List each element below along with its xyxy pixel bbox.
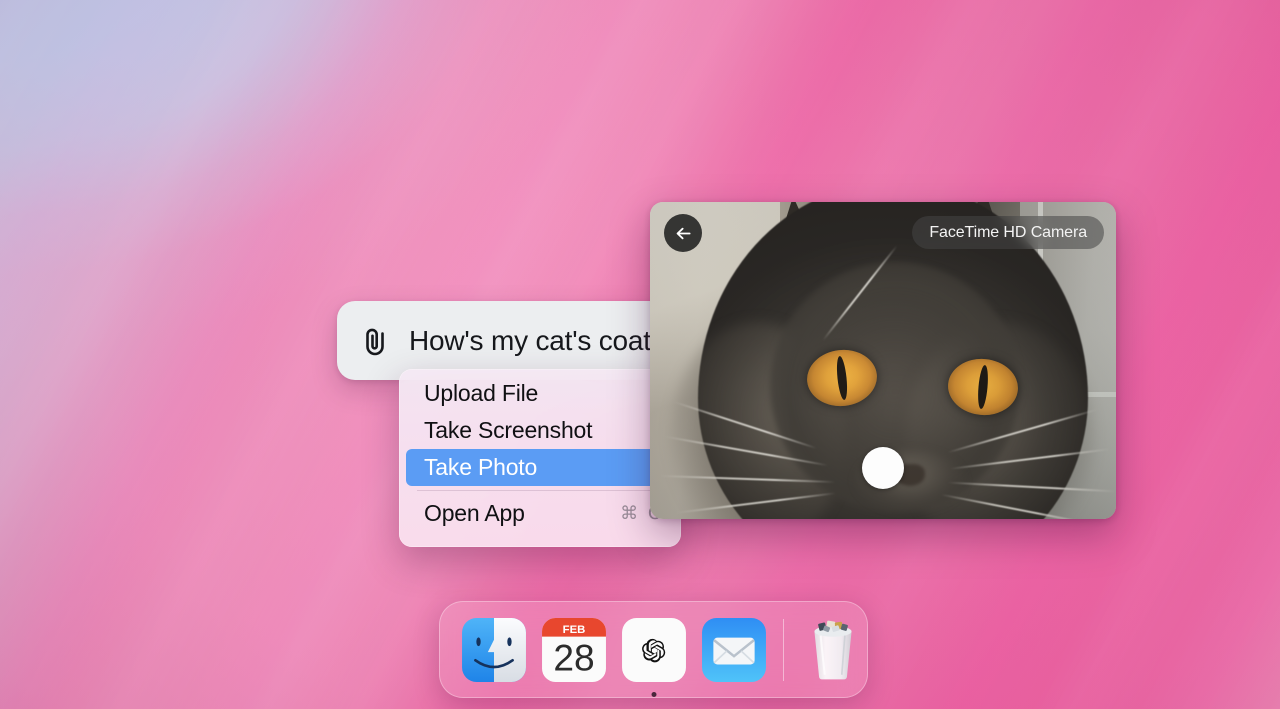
menu-item-upload-file[interactable]: Upload File [406, 375, 674, 412]
dock-item-calendar[interactable]: FEB 28 [541, 617, 607, 683]
shutter-button[interactable] [862, 447, 904, 489]
menu-item-take-photo[interactable]: Take Photo [406, 449, 674, 486]
dock[interactable]: FEB 28 [439, 601, 868, 698]
camera-device-badge[interactable]: FaceTime HD Camera [912, 216, 1104, 249]
camera-device-name: FaceTime HD Camera [929, 223, 1087, 241]
calendar-day: 28 [553, 636, 594, 678]
trash-icon [814, 620, 852, 679]
calendar-month: FEB [563, 623, 586, 635]
mail-icon [702, 617, 766, 682]
menu-separator [417, 490, 664, 491]
camera-capture-window[interactable]: FaceTime HD Camera [650, 202, 1116, 519]
calendar-icon: FEB 28 [542, 617, 606, 682]
dock-item-trash[interactable] [800, 617, 866, 683]
dock-separator [783, 618, 784, 681]
dock-item-chatgpt[interactable] [621, 617, 687, 697]
desktop[interactable]: How's my cat's coat Upload File Take Scr… [0, 0, 1280, 709]
chatgpt-icon [622, 617, 686, 682]
menu-item-open-app[interactable]: Open App ⌘ O [406, 495, 674, 532]
dock-running-indicator [651, 691, 657, 697]
dock-item-mail[interactable] [701, 617, 767, 683]
menu-item-label: Take Photo [424, 454, 538, 480]
menu-item-label: Take Screenshot [424, 417, 593, 443]
back-arrow-icon[interactable] [664, 214, 702, 252]
dock-item-finder[interactable] [461, 617, 527, 683]
finder-icon [462, 617, 526, 682]
menu-item-take-screenshot[interactable]: Take Screenshot [406, 412, 674, 449]
paperclip-icon[interactable] [357, 323, 393, 359]
attachment-context-menu[interactable]: Upload File Take Screenshot Take Photo O… [399, 369, 681, 547]
prompt-input-text[interactable]: How's my cat's coat [409, 325, 651, 357]
menu-item-label: Upload File [424, 380, 539, 406]
menu-item-label: Open App [424, 500, 525, 526]
